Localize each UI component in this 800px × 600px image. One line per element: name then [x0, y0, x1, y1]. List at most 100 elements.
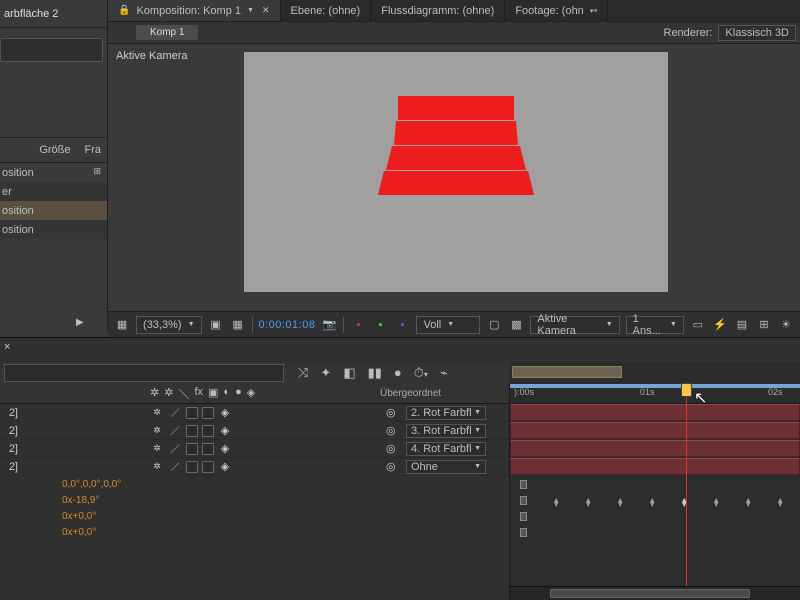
project-row[interactable]: osition	[0, 201, 107, 220]
tab-flowchart[interactable]: Flussdiagramm: (ohne)	[371, 0, 505, 21]
cube-icon[interactable]: ◈	[218, 407, 232, 419]
exposure-icon[interactable]: ☀	[778, 316, 794, 334]
current-time[interactable]: 0:00:01:08	[258, 319, 315, 331]
cube-icon[interactable]: ◈	[218, 461, 232, 473]
time-navigator[interactable]	[510, 362, 800, 384]
pickwhip-icon[interactable]: ◎	[386, 406, 396, 419]
keyframe-icon[interactable]: ⧫	[746, 497, 754, 505]
project-row[interactable]: osition⊞	[0, 163, 107, 182]
snapshot-icon[interactable]: 📷	[321, 316, 337, 334]
shy-icon[interactable]: ✲	[150, 443, 164, 455]
pickwhip-icon[interactable]: ◎	[386, 460, 396, 473]
pickwhip-icon[interactable]: ◎	[386, 424, 396, 437]
time-ruler[interactable]: ):00s 01s 02s	[510, 384, 800, 404]
keyframe-icon[interactable]: ⧫	[650, 497, 658, 505]
keyframe-icon[interactable]: ⧫	[554, 497, 562, 505]
channel-icon[interactable]: ▪	[350, 316, 366, 334]
transparency-grid-icon[interactable]: ▩	[508, 316, 524, 334]
timeline-search-input[interactable]	[4, 364, 284, 382]
layer-bar[interactable]	[510, 440, 800, 457]
close-icon[interactable]: ✕	[262, 5, 270, 16]
layer-bar[interactable]	[510, 404, 800, 421]
col-size[interactable]: Größe	[39, 144, 70, 156]
roi-icon[interactable]: ▢	[486, 316, 502, 334]
property-value[interactable]: 0x+0,0°	[62, 527, 96, 538]
switch-box[interactable]	[202, 425, 214, 437]
col-framerate[interactable]: Fra	[85, 144, 102, 156]
safe-zones-icon[interactable]: ▣	[208, 316, 224, 334]
scrollbar-thumb[interactable]	[550, 589, 750, 598]
work-area-bar[interactable]	[510, 384, 800, 388]
marker-icon[interactable]	[520, 512, 527, 521]
property-row[interactable]: 0x+0,0°	[0, 524, 509, 540]
resolution-dropdown[interactable]: Voll▼	[416, 316, 480, 334]
switch-icon[interactable]: ◐	[223, 386, 230, 402]
navigator-range[interactable]	[512, 366, 622, 378]
layer-bar[interactable]	[510, 458, 800, 475]
project-row[interactable]: er	[0, 182, 107, 201]
views-layout-dropdown[interactable]: 1 Ans...▼	[626, 316, 684, 334]
switch-box[interactable]	[186, 407, 198, 419]
flowchart-icon[interactable]: ⊞	[756, 316, 772, 334]
brainstorm-icon[interactable]: ●	[394, 365, 402, 381]
layer-row[interactable]: 2] ✲／◈ ◎ 4. Rot Farbfl▼	[0, 440, 509, 458]
switch-box[interactable]	[186, 461, 198, 473]
switch-box[interactable]	[186, 443, 198, 455]
keyframe-icon[interactable]: ⧫	[778, 497, 786, 505]
cube-icon[interactable]: ◈	[218, 443, 232, 455]
renderer-value[interactable]: Klassisch 3D	[718, 25, 796, 41]
property-row[interactable]: 0x-18,9°	[0, 492, 509, 508]
tab-layer[interactable]: Ebene: (ohne)	[281, 0, 372, 21]
channel-icon[interactable]: ▪	[372, 316, 388, 334]
cube-icon[interactable]: ◈	[247, 386, 255, 402]
cube-icon[interactable]: ◈	[218, 425, 232, 437]
grid-icon[interactable]: ▦	[230, 316, 246, 334]
marker-icon[interactable]	[520, 480, 527, 489]
solo-icon[interactable]: ／	[168, 425, 182, 437]
marker-icon[interactable]	[520, 496, 527, 505]
timeline-scrollbar[interactable]	[510, 586, 800, 600]
tab-composition[interactable]: 🔒 Komposition: Komp 1 ▼ ✕	[108, 0, 281, 21]
comp-mini-flowchart-icon[interactable]: ⤨	[298, 365, 308, 381]
property-row[interactable]: 0,0°,0,0°,0,0°	[0, 476, 509, 492]
graph-editor-icon[interactable]: ⌁	[440, 365, 448, 381]
property-value[interactable]: 0,0°,0,0°,0,0°	[62, 479, 121, 490]
property-row[interactable]: 0x+0,0°	[0, 508, 509, 524]
layer-row[interactable]: 2] ✲／◈ ◎ 3. Rot Farbfl▼	[0, 422, 509, 440]
switch-box[interactable]	[202, 443, 214, 455]
switch-box[interactable]	[186, 425, 198, 437]
solo-icon[interactable]: ／	[168, 443, 182, 455]
switch-icon[interactable]: ✲	[150, 386, 159, 402]
cti-head-icon[interactable]	[681, 383, 692, 397]
view-dropdown[interactable]: Aktive Kamera▼	[530, 316, 619, 334]
parent-dropdown[interactable]: 4. Rot Farbfl▼	[406, 442, 486, 456]
shy-icon[interactable]: ✲	[150, 461, 164, 473]
composition-viewer[interactable]: Aktive Kamera	[108, 44, 800, 311]
timeline-tracks[interactable]: ):00s 01s 02s ⧫ ⧫ ⧫ ⧫ ⧫	[510, 384, 800, 600]
pixel-aspect-icon[interactable]: ▭	[690, 316, 706, 334]
property-value[interactable]: 0x-18,9°	[62, 495, 99, 506]
switch-icon[interactable]: fx	[194, 386, 203, 402]
comp-breadcrumb[interactable]: Komp 1	[136, 25, 198, 40]
draft3d-icon[interactable]: ✦	[320, 365, 331, 381]
shy-icon[interactable]: ✲	[150, 407, 164, 419]
flowchart-icon[interactable]: ⊞	[93, 166, 101, 177]
pickwhip-icon[interactable]: ◎	[386, 442, 396, 455]
fast-preview-icon[interactable]: ⚡	[712, 316, 728, 334]
switch-icon[interactable]: ▣	[208, 386, 218, 402]
layer-row[interactable]: 2] ✲／◈ ◎ 2. Rot Farbfl▼	[0, 404, 509, 422]
auto-keyframe-icon[interactable]: ⏱▾	[414, 365, 428, 381]
red-solid-stack[interactable]	[378, 96, 534, 196]
layer-row[interactable]: 2] ✲／◈ ◎ Ohne▼	[0, 458, 509, 476]
parent-dropdown[interactable]: 2. Rot Farbfl▼	[406, 406, 486, 420]
switch-icon[interactable]: ●	[235, 386, 242, 402]
layer-bar[interactable]	[510, 422, 800, 439]
solo-icon[interactable]: ／	[168, 407, 182, 419]
parent-dropdown[interactable]: 3. Rot Farbfl▼	[406, 424, 486, 438]
switch-box[interactable]	[202, 461, 214, 473]
project-search-input[interactable]	[0, 38, 103, 62]
switch-icon[interactable]: ✲	[164, 386, 173, 402]
solo-icon[interactable]: ／	[168, 461, 182, 473]
tab-footage[interactable]: Footage: (ohn▾≡	[505, 0, 608, 21]
frame-blend-icon[interactable]: ◧	[343, 365, 355, 381]
